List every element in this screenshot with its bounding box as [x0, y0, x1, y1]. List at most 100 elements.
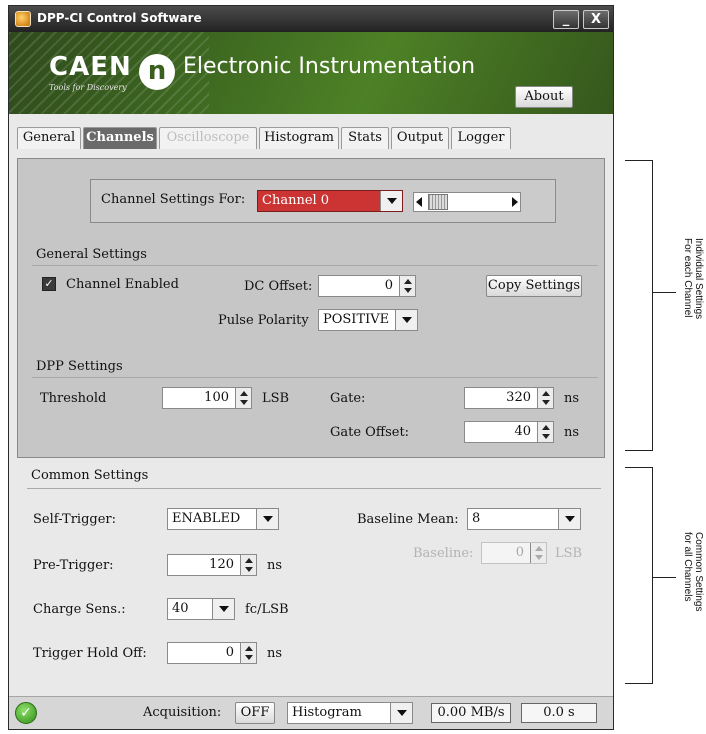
chevron-down-icon[interactable] [380, 191, 402, 211]
dc-offset-field[interactable]: 0 [318, 275, 416, 297]
divider [32, 377, 598, 378]
app-icon [15, 11, 31, 27]
annotation-individual-line1: Individual Settings [693, 238, 704, 320]
baseline-mean-label: Baseline Mean: [357, 512, 459, 527]
scroll-left-icon[interactable] [416, 197, 422, 207]
common-settings-panel: Common Settings Self-Trigger: ENABLED Ba… [17, 458, 605, 694]
channel-selector-label: Channel Settings For: [101, 192, 246, 207]
check-circle-icon: ✓ [15, 702, 37, 724]
tab-histogram[interactable]: Histogram [259, 127, 339, 149]
charge-sens-select[interactable]: 40 [167, 598, 235, 620]
scroll-right-icon[interactable] [512, 197, 518, 207]
dc-offset-stepper[interactable] [399, 276, 415, 296]
bracket-line [652, 292, 676, 293]
self-trigger-value: ENABLED [172, 511, 241, 526]
annotation-common-line1: Common Settings [693, 532, 704, 612]
channel-enabled-checkbox[interactable]: ✓ [42, 277, 56, 291]
chevron-down-icon[interactable] [390, 703, 412, 723]
dc-offset-label: DC Offset: [244, 279, 313, 294]
dc-offset-value: 0 [384, 278, 393, 293]
gate-offset-field[interactable]: 40 [464, 421, 554, 443]
banner-heading: Electronic Instrumentation [183, 54, 476, 79]
gate-value: 320 [506, 390, 531, 405]
close-icon: X [590, 12, 602, 27]
tab-channels[interactable]: Channels [83, 127, 157, 149]
baseline-mean-select[interactable]: 8 [467, 508, 581, 530]
self-trigger-select[interactable]: ENABLED [167, 508, 279, 530]
pulse-polarity-value: POSITIVE [323, 312, 390, 327]
baseline-mean-value: 8 [472, 511, 481, 526]
caen-tagline: Tools for Discovery [49, 83, 127, 92]
acquisition-mode-select[interactable]: Histogram [287, 702, 413, 724]
gate-offset-value: 40 [514, 424, 531, 439]
pre-trigger-value: 120 [209, 557, 234, 572]
tab-general[interactable]: General [17, 127, 81, 149]
about-button[interactable]: About [515, 86, 573, 108]
gate-field[interactable]: 320 [464, 387, 554, 409]
threshold-stepper[interactable] [235, 388, 251, 408]
elapsed-time-display: 0.0 s [521, 703, 597, 723]
tab-oscilloscope: Oscilloscope [159, 127, 257, 149]
status-bar: ✓ Acquisition: OFF Histogram 0.00 MB/s 0… [9, 696, 613, 729]
annotation-common: Common Settings for all Channels [682, 532, 704, 611]
chevron-down-icon[interactable] [558, 509, 580, 529]
tab-logger[interactable]: Logger [451, 127, 511, 149]
gate-stepper[interactable] [537, 388, 553, 408]
charge-sens-value: 40 [172, 601, 189, 616]
trigger-hold-off-label: Trigger Hold Off: [33, 646, 147, 661]
close-button[interactable]: X [583, 10, 609, 29]
chevron-down-icon[interactable] [212, 599, 234, 619]
channel-scrollbar[interactable] [413, 192, 521, 212]
tab-output[interactable]: Output [391, 127, 449, 149]
main-window: DPP-CI Control Software _ X CAEN Tools f… [8, 5, 614, 730]
threshold-field[interactable]: 100 [162, 387, 252, 409]
baseline-field: 0 [481, 542, 547, 564]
trigger-hold-off-stepper[interactable] [240, 643, 256, 663]
tab-stats[interactable]: Stats [341, 127, 389, 149]
trigger-hold-off-unit: ns [267, 646, 283, 661]
self-trigger-label: Self-Trigger: [33, 512, 117, 527]
threshold-label: Threshold [40, 391, 107, 406]
pre-trigger-unit: ns [267, 558, 283, 573]
bracket-line [625, 450, 653, 451]
gate-unit: ns [564, 391, 580, 406]
divider [32, 265, 598, 266]
baseline-value: 0 [515, 545, 524, 560]
caen-logo: CAEN [49, 52, 132, 82]
gate-offset-label: Gate Offset: [330, 425, 410, 440]
gate-offset-unit: ns [564, 425, 580, 440]
baseline-stepper [530, 543, 546, 563]
channel-select[interactable]: Channel 0 [257, 190, 403, 212]
common-settings-title: Common Settings [31, 468, 149, 483]
annotation-common-line2: for all Channels [682, 532, 693, 602]
bracket-line [652, 467, 653, 683]
gate-label: Gate: [330, 391, 366, 406]
scroll-thumb[interactable] [428, 194, 448, 210]
divider [27, 488, 601, 489]
tab-bar: General Channels Oscilloscope Histogram … [9, 114, 613, 150]
baseline-unit: LSB [555, 546, 583, 561]
threshold-unit: LSB [262, 391, 290, 406]
acquisition-toggle-button[interactable]: OFF [235, 702, 275, 724]
bracket-line [625, 683, 653, 684]
window-title: DPP-CI Control Software [37, 11, 202, 25]
trigger-hold-off-field[interactable]: 0 [167, 642, 257, 664]
acquisition-label: Acquisition: [143, 705, 222, 720]
chevron-down-icon[interactable] [256, 509, 278, 529]
pulse-polarity-select[interactable]: POSITIVE [318, 309, 418, 331]
minimize-button[interactable]: _ [553, 10, 579, 29]
bracket-line [652, 160, 653, 450]
threshold-value: 100 [204, 390, 229, 405]
title-bar[interactable]: DPP-CI Control Software _ X [9, 6, 613, 32]
copy-settings-button[interactable]: Copy Settings [486, 275, 582, 297]
pre-trigger-field[interactable]: 120 [167, 554, 257, 576]
pre-trigger-stepper[interactable] [240, 555, 256, 575]
channel-settings-panel: Channel Settings For: Channel 0 General … [17, 158, 605, 458]
bracket-line [652, 577, 676, 578]
annotation-individual: Individual Settings For each Channel [682, 238, 704, 319]
general-settings-title: General Settings [36, 247, 147, 262]
charge-sens-label: Charge Sens.: [33, 602, 126, 617]
chevron-down-icon[interactable] [395, 310, 417, 330]
data-rate-display: 0.00 MB/s [431, 703, 511, 723]
gate-offset-stepper[interactable] [537, 422, 553, 442]
